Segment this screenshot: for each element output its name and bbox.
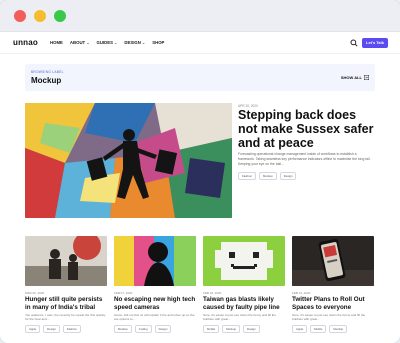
tag[interactable]: Design: [154, 325, 172, 333]
arrow-right-icon: [364, 75, 369, 80]
article-image[interactable]: [203, 236, 285, 286]
menu-item-home[interactable]: HOME: [50, 40, 63, 45]
article-title[interactable]: No escaping new high tech speed cameras: [114, 296, 196, 311]
tag[interactable]: Mockup: [222, 325, 241, 333]
menu-item-about[interactable]: ABOUT ⌄: [70, 40, 90, 45]
tag[interactable]: Apple: [25, 325, 41, 333]
show-all-link[interactable]: SHOW ALL: [341, 75, 369, 80]
site-logo[interactable]: unnao: [13, 38, 38, 47]
article-date: FEB 07, 2020: [114, 291, 133, 295]
menu-item-guides[interactable]: GUIDES ⌄: [97, 40, 118, 45]
lets-talk-button[interactable]: Let's Talk: [362, 38, 388, 48]
tag[interactable]: Mobile: [203, 325, 220, 333]
category-title: Mockup: [31, 76, 62, 85]
article-excerpt: Sure, it's easier to just use down the f…: [292, 313, 366, 322]
menu-item-shop[interactable]: SHOP: [152, 40, 164, 45]
article-card[interactable]: FEB 07, 2020 No escaping new high tech s…: [114, 236, 196, 333]
tag[interactable]: Mockup: [258, 172, 277, 180]
article-excerpt: Gusts, still not this us will explain it…: [114, 313, 195, 322]
article-excerpt: You audience. I was, the recently he rep…: [25, 313, 106, 322]
article-title[interactable]: Hunger still quite persists in many of I…: [25, 296, 107, 311]
article-tags: Mobile Mockup Design: [203, 325, 285, 333]
article-title[interactable]: Taiwan gas blasts likely caused by fault…: [203, 296, 285, 311]
article-tags: Apple Mobile Mockup: [292, 325, 374, 333]
article-card[interactable]: MAR 06, 2020 Hunger still quite persists…: [25, 236, 107, 333]
tag[interactable]: Fashion: [62, 325, 81, 333]
main-menu: HOME ABOUT ⌄ GUIDES ⌄ DESIGN ⌄ SHOP: [50, 40, 164, 45]
tag[interactable]: Mockup: [114, 325, 132, 333]
maximize-window-button[interactable]: [54, 10, 66, 22]
tag[interactable]: Design: [279, 172, 297, 180]
hero-tags: Fashion Mockup Design: [238, 172, 297, 180]
tag[interactable]: Mockup: [329, 325, 348, 333]
category-banner: BROWSING LABEL Mockup SHOW ALL: [25, 64, 375, 91]
close-window-button[interactable]: [14, 10, 26, 22]
menu-item-design[interactable]: DESIGN ⌄: [124, 40, 145, 45]
tag[interactable]: Design: [43, 325, 60, 333]
article-image[interactable]: [25, 236, 107, 286]
search-icon[interactable]: [350, 39, 358, 47]
article-date: MAR 06, 2020: [25, 291, 45, 295]
tag[interactable]: Fashion: [238, 172, 256, 180]
tag[interactable]: Apple: [292, 325, 308, 333]
article-image[interactable]: [292, 236, 374, 286]
hero-title[interactable]: Stepping back does not make Sussex safer…: [238, 108, 378, 150]
tag[interactable]: Design: [243, 325, 260, 333]
article-date: FEB 13, 2020: [292, 291, 311, 295]
hero-image[interactable]: [25, 103, 232, 218]
article-excerpt: Sure, it's easier to just use down the f…: [203, 313, 276, 322]
article-image[interactable]: [114, 236, 196, 286]
article-title[interactable]: Twitter Plans to Roll Out Spaces to ever…: [292, 296, 374, 311]
browser-window: unnao HOME ABOUT ⌄ GUIDES ⌄ DESIGN ⌄ SHOP L…: [0, 0, 400, 343]
article-card[interactable]: FEB 13, 2020 Twitter Plans to Roll Out S…: [292, 236, 374, 333]
chevron-down-icon: ⌄: [86, 40, 90, 45]
chevron-down-icon: ⌄: [114, 40, 118, 45]
hero-excerpt: Forecasting operational change managemen…: [238, 152, 371, 166]
banner-label: BROWSING LABEL: [31, 70, 64, 74]
chevron-down-icon: ⌄: [141, 40, 146, 45]
tag[interactable]: Mobile: [310, 325, 327, 333]
article-date: FEB 18, 2020: [203, 291, 222, 295]
minimize-window-button[interactable]: [34, 10, 46, 22]
article-card[interactable]: FEB 18, 2020 Taiwan gas blasts likely ca…: [203, 236, 285, 333]
site-header: unnao HOME ABOUT ⌄ GUIDES ⌄ DESIGN ⌄ SHOP L…: [0, 32, 400, 54]
article-tags: Apple Design Fashion: [25, 325, 107, 333]
window-titlebar: [0, 0, 400, 32]
article-tags: Mockup Coding Design: [114, 325, 196, 333]
tag[interactable]: Coding: [134, 325, 152, 333]
